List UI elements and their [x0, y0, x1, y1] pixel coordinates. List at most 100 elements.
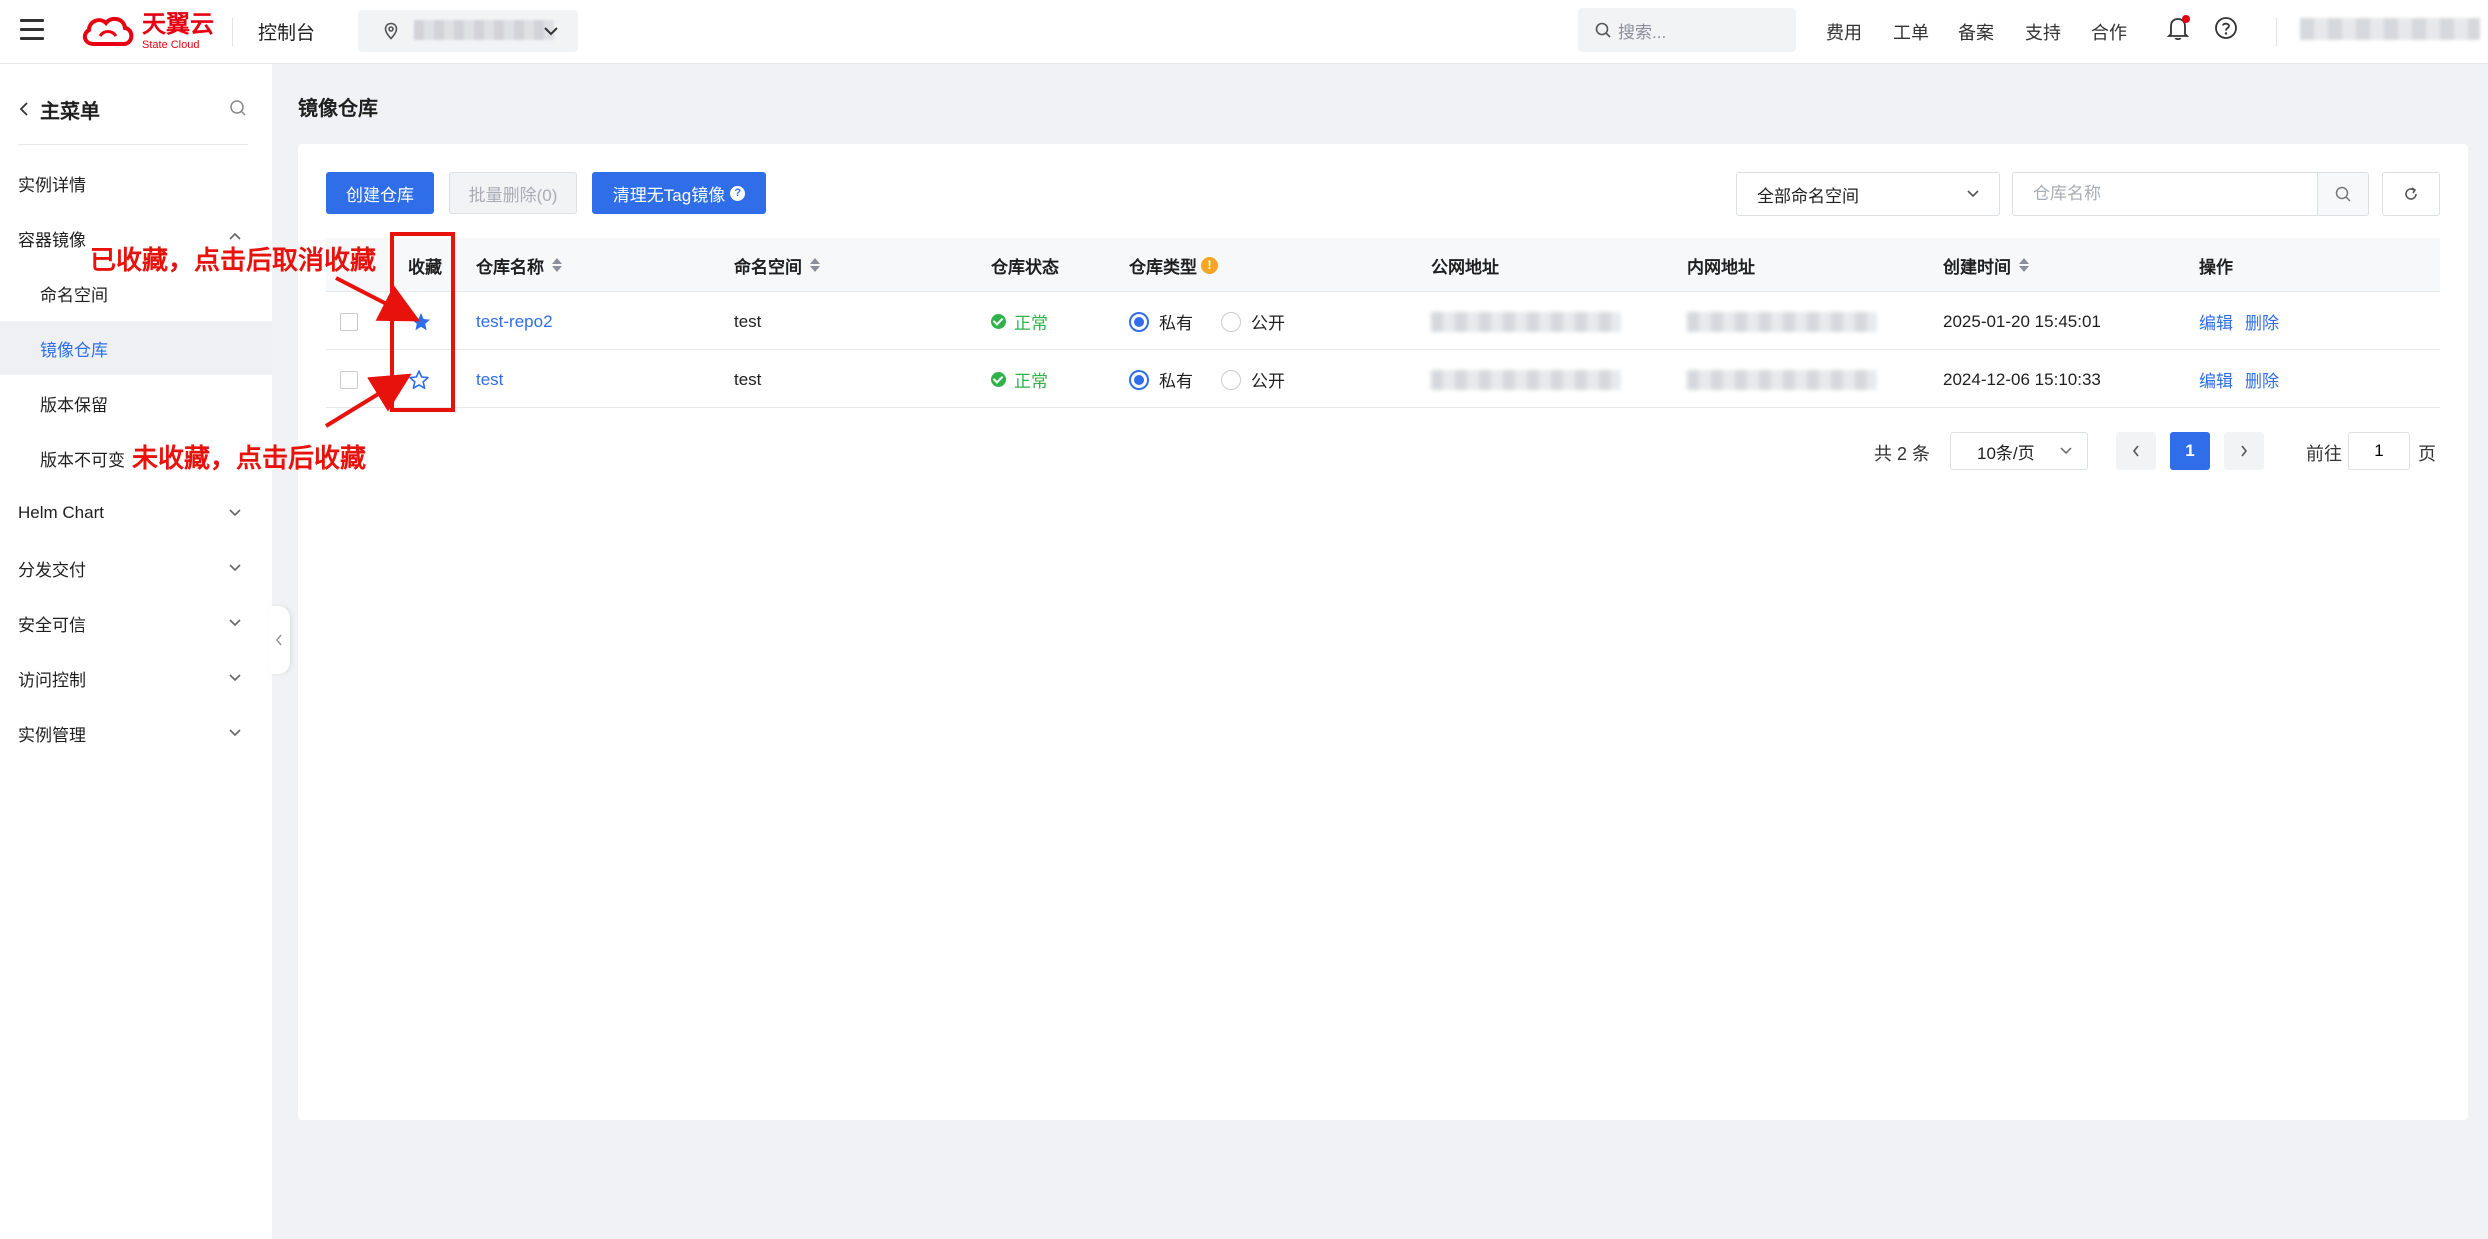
- menu-icon[interactable]: [20, 19, 44, 41]
- chevron-down-icon: [544, 27, 558, 36]
- col-status-label: 仓库状态: [991, 257, 1059, 277]
- sidebar-item-label: 安全可信: [18, 615, 86, 635]
- repo-name-link[interactable]: test-repo2: [476, 312, 553, 332]
- sidebar-search-icon[interactable]: [228, 98, 248, 118]
- radio-private[interactable]: [1129, 369, 1149, 390]
- row-checkbox[interactable]: [340, 370, 358, 389]
- status-text: 正常: [1014, 314, 1048, 333]
- sidebar-item-security[interactable]: 安全可信: [0, 596, 272, 650]
- notification-bell-icon[interactable]: [2166, 15, 2190, 41]
- sidebar-divider: [18, 144, 248, 145]
- col-actions-label: 操作: [2199, 257, 2233, 277]
- radio-private[interactable]: [1129, 311, 1149, 332]
- clean-untagged-button[interactable]: 清理无Tag镜像 ?: [592, 172, 766, 214]
- nav-link-support[interactable]: 支持: [2025, 19, 2061, 45]
- delete-link[interactable]: 删除: [2245, 309, 2279, 334]
- nav-link-partner[interactable]: 合作: [2091, 19, 2127, 45]
- private-addr-blurred: [1687, 369, 1877, 390]
- console-link[interactable]: 控制台: [258, 18, 315, 45]
- col-repo-name[interactable]: 仓库名称: [476, 238, 562, 292]
- radio-private-label: 私有: [1159, 314, 1193, 333]
- nav-link-billing[interactable]: 费用: [1826, 19, 1862, 45]
- edit-link[interactable]: 编辑: [2199, 309, 2233, 334]
- table-row: test test 正常 私有 公开 2024-12-06 15:10:33 编…: [326, 351, 2440, 408]
- row-checkbox[interactable]: [340, 312, 358, 331]
- sidebar-item-label: 实例管理: [18, 725, 86, 745]
- public-addr-blurred: [1431, 369, 1621, 390]
- radio-public-label: 公开: [1251, 314, 1285, 333]
- delete-link[interactable]: 删除: [2245, 367, 2279, 392]
- logo-en-text: State Cloud: [142, 39, 200, 51]
- global-search[interactable]: 搜索...: [1578, 8, 1796, 52]
- radio-public[interactable]: [1221, 311, 1241, 332]
- question-icon[interactable]: ?: [730, 185, 746, 201]
- help-icon[interactable]: [2214, 16, 2238, 40]
- chevron-left-icon: [2132, 445, 2139, 457]
- edit-link[interactable]: 编辑: [2199, 367, 2233, 392]
- sidebar-item-version-retention[interactable]: 版本保留: [0, 376, 272, 430]
- page-size-value: 10条/页: [1977, 443, 2035, 463]
- global-search-placeholder: 搜索...: [1618, 22, 1667, 42]
- col-private-addr-label: 内网地址: [1687, 257, 1755, 277]
- sort-icon[interactable]: [552, 258, 562, 272]
- sidebar-item-label: 分发交付: [18, 560, 86, 580]
- region-select[interactable]: [358, 10, 578, 52]
- info-warning-icon[interactable]: !: [1201, 256, 1218, 274]
- sidebar-item-access-control[interactable]: 访问控制: [0, 651, 272, 705]
- chevron-down-icon: [229, 674, 241, 682]
- col-created[interactable]: 创建时间: [1943, 238, 2029, 292]
- sidebar-item-image-repo[interactable]: 镜像仓库: [0, 321, 272, 375]
- col-status: 仓库状态: [991, 238, 1059, 292]
- chevron-left-icon: [275, 634, 282, 646]
- annotation-not-favorited-text: 未收藏，点击后收藏: [132, 444, 367, 474]
- created-time: 2025-01-20 15:45:01: [1943, 311, 2101, 331]
- sidebar-collapse-handle[interactable]: [268, 606, 290, 674]
- create-repo-button[interactable]: 创建仓库: [326, 172, 434, 214]
- prev-page-button[interactable]: [2116, 432, 2156, 470]
- namespace-value: test: [734, 311, 762, 331]
- goto-prefix: 前往: [2306, 444, 2342, 464]
- sidebar-item-helm-chart[interactable]: Helm Chart: [0, 486, 272, 540]
- col-type-label: 仓库类型: [1129, 257, 1197, 277]
- radio-public[interactable]: [1221, 369, 1241, 390]
- repo-search-input[interactable]: [2012, 172, 2318, 216]
- refresh-button[interactable]: [2382, 172, 2440, 216]
- next-page-button[interactable]: [2224, 432, 2264, 470]
- namespace-select[interactable]: 全部命名空间: [1736, 172, 2000, 216]
- public-addr-blurred: [1431, 311, 1621, 332]
- col-namespace-label: 命名空间: [734, 257, 802, 277]
- check-circle-icon: [991, 314, 1006, 329]
- user-account-blurred[interactable]: [2300, 18, 2480, 40]
- sidebar-item-label: 命名空间: [40, 285, 108, 305]
- page-number-current[interactable]: 1: [2170, 432, 2210, 470]
- sidebar-item-instance-manage[interactable]: 实例管理: [0, 706, 272, 760]
- page-title: 镜像仓库: [298, 98, 378, 120]
- sort-icon[interactable]: [2019, 258, 2029, 272]
- sidebar-item-distribution[interactable]: 分发交付: [0, 541, 272, 595]
- location-icon: [384, 22, 398, 40]
- col-namespace[interactable]: 命名空间: [734, 238, 820, 292]
- divider: [232, 18, 233, 46]
- repo-list-card: 创建仓库 批量删除(0) 清理无Tag镜像 ? 全部命名空间 收藏 仓库名称 命…: [298, 144, 2468, 1120]
- repo-name-link[interactable]: test: [476, 370, 503, 390]
- radio-public-label: 公开: [1251, 372, 1285, 391]
- clean-untagged-label: 清理无Tag镜像: [612, 185, 726, 205]
- status-text: 正常: [1014, 372, 1048, 391]
- batch-delete-button: 批量删除(0): [449, 172, 577, 214]
- sidebar-item-instance-detail[interactable]: 实例详情: [0, 156, 272, 210]
- repo-search-button[interactable]: [2317, 172, 2369, 216]
- refresh-icon: [2405, 187, 2417, 200]
- pagination-total: 共 2 条: [1874, 444, 1931, 464]
- search-icon: [2335, 186, 2351, 202]
- nav-link-filing[interactable]: 备案: [1958, 19, 1994, 45]
- sort-icon[interactable]: [810, 258, 820, 272]
- search-icon: [1595, 22, 1611, 38]
- sidebar-item-label: 访问控制: [18, 670, 86, 690]
- goto-page-input[interactable]: [2348, 432, 2410, 470]
- page-size-select[interactable]: 10条/页: [1950, 432, 2088, 470]
- nav-link-tickets[interactable]: 工单: [1893, 19, 1929, 45]
- logo[interactable]: 天翼云 State Cloud: [80, 12, 214, 52]
- col-actions: 操作: [2199, 238, 2233, 292]
- chevron-left-icon[interactable]: [18, 100, 30, 118]
- cloud-logo-icon: [82, 16, 134, 46]
